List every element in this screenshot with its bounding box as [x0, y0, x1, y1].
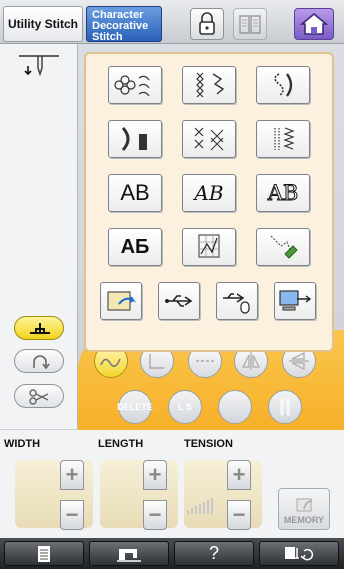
- tab-utility-label: Utility Stitch: [7, 17, 78, 31]
- help-label: ?: [208, 543, 219, 563]
- sewing-machine-icon: [117, 548, 141, 562]
- border-icon: [149, 354, 164, 369]
- length-minus-button[interactable]: −: [143, 500, 167, 530]
- computer-button[interactable]: [274, 282, 316, 320]
- tension-minus-label: −: [232, 502, 246, 527]
- machine-help-button[interactable]: [89, 541, 169, 566]
- bottom-nav: ?: [0, 538, 344, 569]
- tension-plus-label: +: [232, 462, 246, 487]
- needle-icon: [19, 55, 59, 77]
- settings-list-button[interactable]: [4, 541, 84, 566]
- lock-icon: [199, 12, 215, 35]
- gothic-font-label: AB: [120, 180, 150, 205]
- home-icon: [299, 12, 329, 35]
- presser-foot-change-icon: [285, 546, 314, 560]
- category-gothic-font-button[interactable]: AB: [108, 174, 162, 212]
- cross-stitch-icon: [194, 127, 224, 151]
- pocket-memory-button[interactable]: [100, 282, 142, 320]
- tension-label: TENSION: [184, 438, 233, 450]
- length-label: LENGTH: [98, 438, 144, 450]
- document-icon: [38, 545, 50, 562]
- scallop-stitch-icon: [274, 73, 293, 97]
- stitch-edit-icon: [100, 358, 121, 367]
- stitch-settings-panel: WIDTH LENGTH TENSION + − + − + − MEMORY: [0, 430, 344, 538]
- tab-character-line3: Stitch: [92, 31, 123, 43]
- tab-utility-stitch[interactable]: Utility Stitch: [3, 6, 83, 42]
- grid-stitch-icon: [198, 234, 220, 258]
- ls-button[interactable]: L S: [168, 390, 202, 424]
- twin-needle-icon: [280, 398, 290, 417]
- usb-mouse-icon: [223, 293, 250, 314]
- width-minus-button[interactable]: −: [60, 500, 84, 530]
- presser-foot-button[interactable]: [14, 316, 64, 340]
- mirror-horizontal-icon: [289, 352, 309, 370]
- memory-label: MEMORY: [283, 515, 325, 525]
- width-plus-button[interactable]: +: [60, 460, 84, 490]
- category-satin-button[interactable]: [182, 66, 236, 104]
- ls-label: L S: [178, 402, 192, 412]
- category-script-font-button[interactable]: AB: [182, 174, 236, 212]
- delete-button[interactable]: DELETE: [117, 390, 153, 424]
- decorative-stitch-icon: [114, 75, 150, 97]
- width-label: WIDTH: [4, 438, 41, 450]
- thread-cutter-button[interactable]: [14, 384, 64, 408]
- category-my-custom-stitch-button[interactable]: [182, 228, 236, 266]
- satin-block-icon: [121, 126, 147, 152]
- help-button[interactable]: ?: [174, 541, 254, 566]
- presser-foot-icon: [30, 323, 50, 334]
- design-pen-icon: [270, 235, 298, 259]
- category-utility-decorative-button[interactable]: [256, 120, 310, 158]
- usb-button[interactable]: [158, 282, 200, 320]
- category-cyrillic-font-button[interactable]: АБ: [108, 228, 162, 266]
- cyrillic-font-label: АБ: [120, 235, 150, 258]
- category-satin-block-button[interactable]: [108, 120, 162, 158]
- stitch-category-panel: AB AB AB АБ: [84, 52, 334, 352]
- category-cross-stitch-button[interactable]: [182, 120, 236, 158]
- memory-button[interactable]: MEMORY: [278, 488, 330, 530]
- width-plus-label: +: [65, 462, 79, 487]
- usb-icon: [165, 295, 193, 307]
- category-scallop-button[interactable]: [256, 66, 310, 104]
- pivot-icon: [33, 355, 50, 370]
- twin-needle-button[interactable]: [268, 390, 302, 424]
- category-outline-font-button[interactable]: AB: [256, 174, 310, 212]
- repeat-icon: [196, 360, 214, 362]
- memory-icon: [296, 498, 313, 512]
- usb-mouse-button[interactable]: [216, 282, 258, 320]
- length-minus-label: −: [148, 502, 162, 527]
- zigzag-stitch-icon: [274, 127, 295, 150]
- sewing-machine-screen: Utility Stitch Character Decorative Stit…: [0, 0, 344, 569]
- left-panel: [0, 44, 78, 429]
- blank-round-button[interactable]: [218, 390, 252, 424]
- width-minus-label: −: [65, 502, 79, 527]
- tension-plus-button[interactable]: +: [227, 460, 251, 490]
- delete-label: DELETE: [117, 402, 153, 412]
- pocket-memory-icon: [107, 291, 136, 311]
- length-plus-button[interactable]: +: [143, 460, 167, 490]
- tab-character-decorative-stitch[interactable]: Character Decorative Stitch: [86, 6, 162, 43]
- tension-minus-button[interactable]: −: [227, 500, 251, 530]
- top-bar: Utility Stitch Character Decorative Stit…: [0, 0, 344, 44]
- manual-button[interactable]: [233, 8, 267, 40]
- lock-button[interactable]: [190, 8, 224, 40]
- satin-stitch-icon: [196, 72, 225, 98]
- category-stitch-design-button[interactable]: [256, 228, 310, 266]
- tension-level-icon: [187, 498, 213, 514]
- needle-position-indicator: [14, 52, 64, 82]
- pivot-button[interactable]: [14, 349, 64, 373]
- category-decorative-button[interactable]: [108, 66, 162, 104]
- script-font-label: AB: [194, 181, 224, 205]
- scissors-icon: [29, 389, 49, 405]
- length-plus-label: +: [148, 462, 162, 487]
- presser-foot-replace-button[interactable]: [259, 541, 339, 566]
- outline-font-label: AB: [267, 181, 299, 206]
- mirror-vertical-icon: [242, 352, 260, 370]
- home-button[interactable]: [294, 8, 334, 40]
- computer-icon: [279, 290, 312, 311]
- book-icon: [239, 15, 261, 34]
